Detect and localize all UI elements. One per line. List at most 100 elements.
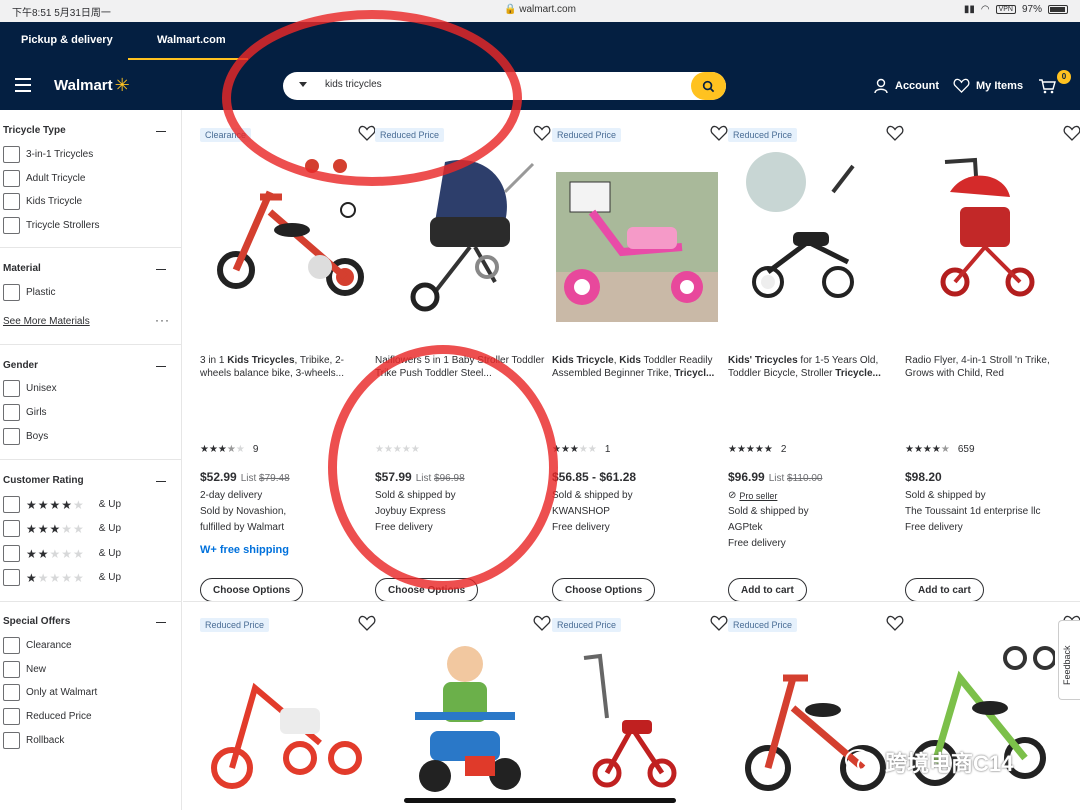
product-title[interactable]: Radio Flyer, 4-in-1 Stroll 'n Trike, Gro… (905, 354, 1075, 380)
url-bar[interactable]: 🔒 walmart.com (0, 4, 1080, 15)
checkbox[interactable] (3, 569, 20, 586)
more-dots-icon[interactable]: ··· (155, 313, 170, 327)
status-badge: Reduced Price (375, 128, 445, 142)
product-card[interactable]: Reduced Price (200, 615, 376, 808)
heart-icon[interactable] (886, 615, 904, 631)
heart-icon[interactable] (886, 125, 904, 141)
feedback-tab[interactable]: Feedback (1058, 620, 1080, 700)
checkbox[interactable] (3, 732, 20, 749)
product-rating: ★★★★★ 659 (905, 444, 975, 455)
filter-option[interactable]: Adult Tricycle (3, 170, 85, 187)
filter-option[interactable]: Plastic (3, 284, 55, 301)
heart-icon[interactable] (533, 615, 551, 631)
product-card[interactable]: Reduced Price (728, 615, 904, 808)
collapse-icon[interactable] (156, 269, 166, 270)
product-image[interactable] (552, 152, 728, 322)
stars-icon: ★★★★★ (375, 444, 420, 455)
search-bar[interactable]: kids tricycles (283, 72, 726, 100)
checkbox[interactable] (3, 170, 20, 187)
add-to-cart-button[interactable]: Add to cart (728, 578, 807, 602)
product-image[interactable] (200, 152, 376, 322)
checkbox[interactable] (3, 637, 20, 654)
checkbox[interactable] (3, 520, 20, 537)
pro-seller[interactable]: ⊘ Pro seller (728, 488, 809, 504)
filter-option[interactable]: Only at Walmart (3, 684, 97, 701)
product-title[interactable]: Naiflowers 5 in 1 Baby Stroller Toddler … (375, 354, 545, 380)
choose-options-button[interactable]: Choose Options (552, 578, 656, 602)
tab-pickup-delivery[interactable]: Pickup & delivery (21, 34, 113, 46)
product-title[interactable]: 3 in 1 Kids Tricycles, Tribike, 2-wheels… (200, 354, 370, 380)
checkbox[interactable] (3, 684, 20, 701)
heart-icon[interactable] (358, 125, 376, 141)
choose-options-button[interactable]: Choose Options (200, 578, 304, 602)
product-card[interactable] (375, 615, 551, 808)
product-title[interactable]: Kids Tricycle, Kids Toddler Readily Asse… (552, 354, 722, 380)
rating-filter-3[interactable]: ★★★★★ & Up (3, 520, 121, 537)
product-image[interactable] (200, 648, 376, 798)
heart-icon[interactable] (533, 125, 551, 141)
filter-option[interactable]: Tricycle Strollers (3, 217, 100, 234)
checkbox[interactable] (3, 545, 20, 562)
checkbox[interactable] (3, 284, 20, 301)
checkbox[interactable] (3, 146, 20, 163)
filter-option[interactable]: Clearance (3, 637, 72, 654)
product-image[interactable] (375, 636, 551, 804)
search-button[interactable] (691, 72, 726, 100)
collapse-icon[interactable] (156, 622, 166, 623)
product-card[interactable]: Reduced Price Kids Tricycle, Kids Toddle… (552, 125, 728, 602)
checkbox[interactable] (3, 428, 20, 445)
see-more-materials-link[interactable]: See More Materials (3, 316, 90, 327)
product-image[interactable] (905, 152, 1080, 322)
filter-label: Boys (26, 431, 49, 442)
rating-filter-4[interactable]: ★★★★★ & Up (3, 496, 121, 513)
product-card[interactable] (905, 615, 1080, 808)
checkbox[interactable] (3, 193, 20, 210)
heart-icon[interactable] (710, 125, 728, 141)
filter-option[interactable]: Unisex (3, 380, 57, 397)
filter-option[interactable]: Kids Tricycle (3, 193, 82, 210)
heart-icon[interactable] (710, 615, 728, 631)
my-items-button[interactable]: My Items (953, 78, 1023, 93)
product-image[interactable] (375, 152, 551, 322)
choose-options-button[interactable]: Choose Options (375, 578, 479, 602)
checkbox[interactable] (3, 708, 20, 725)
collapse-icon[interactable] (156, 481, 166, 482)
cart-button[interactable] (1038, 78, 1056, 94)
filter-option[interactable]: Girls (3, 404, 47, 421)
logo-text: Walmart (54, 76, 113, 94)
stars-icon: ★★★★★ (728, 444, 773, 455)
product-image[interactable] (728, 152, 904, 322)
product-card[interactable]: Reduced Price (552, 615, 728, 808)
facet-title-gender: Gender (3, 360, 39, 371)
rating-filter-2[interactable]: ★★★★★ & Up (3, 545, 121, 562)
account-button[interactable]: Account (873, 78, 939, 94)
product-card[interactable]: Reduced Price Naiflowers 5 in 1 Baby Str… (375, 125, 551, 602)
heart-icon[interactable] (358, 615, 376, 631)
heart-icon[interactable] (1063, 125, 1080, 141)
walmart-logo[interactable]: Walmart ✳ (54, 76, 130, 94)
add-to-cart-button[interactable]: Add to cart (905, 578, 984, 602)
collapse-icon[interactable] (156, 366, 166, 367)
rating-filter-1[interactable]: ★★★★★ & Up (3, 569, 121, 586)
checkbox[interactable] (3, 217, 20, 234)
filter-option[interactable]: Rollback (3, 732, 64, 749)
filter-option[interactable]: New (3, 661, 46, 678)
checkbox[interactable] (3, 380, 20, 397)
product-card[interactable]: Radio Flyer, 4-in-1 Stroll 'n Trike, Gro… (905, 125, 1080, 602)
product-image[interactable] (552, 648, 728, 798)
tab-walmart-com[interactable]: Walmart.com (157, 34, 226, 46)
product-card[interactable]: Clearance 3 in 1 Kids Tricycles, Tribike… (200, 125, 376, 602)
menu-icon[interactable] (15, 78, 31, 92)
fulfillment-info: ⊘ Pro seller Sold & shipped by AGPtek Free … (728, 488, 809, 549)
filter-option[interactable]: 3-in-1 Tricycles (3, 146, 93, 163)
search-department-dropdown-icon[interactable] (299, 82, 307, 87)
product-card[interactable]: Reduced Price Kids' Tricycles for 1-5 Ye… (728, 125, 904, 602)
checkbox[interactable] (3, 661, 20, 678)
checkbox[interactable] (3, 496, 20, 513)
search-input[interactable]: kids tricycles (325, 79, 382, 90)
filter-option[interactable]: Reduced Price (3, 708, 92, 725)
filter-option[interactable]: Boys (3, 428, 48, 445)
product-title[interactable]: Kids' Tricycles for 1-5 Years Old, Toddl… (728, 354, 898, 380)
checkbox[interactable] (3, 404, 20, 421)
collapse-icon[interactable] (156, 131, 166, 132)
